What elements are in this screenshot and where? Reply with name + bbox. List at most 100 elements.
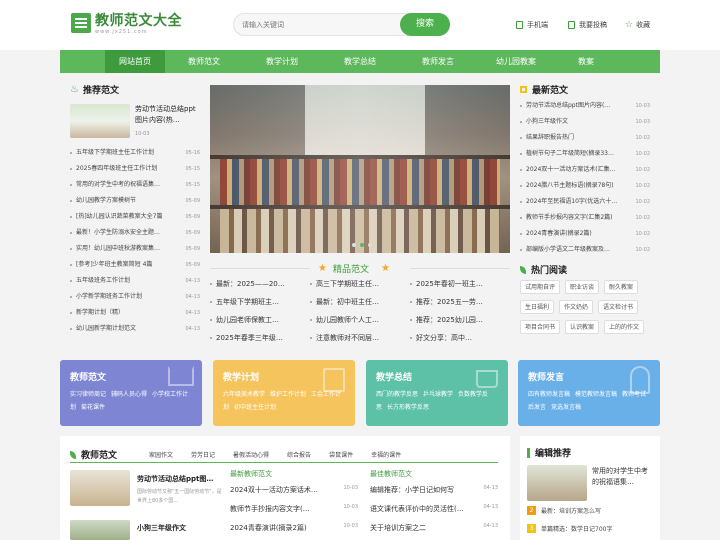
list-item[interactable]: 部编版小学语文二年级教案及… 10-02 <box>520 242 650 258</box>
list-item[interactable]: 关于培训方案之二 04-13 <box>370 523 498 540</box>
boutique-item[interactable]: 幼儿园老师保教工… <box>210 312 310 329</box>
logo-title: 教师范文大全 <box>95 13 182 29</box>
site-logo[interactable]: 教师范文大全 www.jx251.com <box>71 13 182 35</box>
tab[interactable]: 幸福的课件 <box>371 450 401 459</box>
boutique-item[interactable]: 幼儿园教师个人工… <box>310 312 410 329</box>
list-item[interactable]: 幼儿园新学期计划范文 04-13 <box>70 321 200 337</box>
tag[interactable]: 职业访谈 <box>565 280 600 294</box>
list-item[interactable]: 2024双十一活动方案话术(汇集… 10-02 <box>520 162 650 178</box>
list-item[interactable]: 劳动节活动总结ppt图片内容(… 10-03 <box>520 98 650 114</box>
leaf-icon <box>520 265 526 274</box>
list-item[interactable]: [热]幼儿园认识蔬菜教案大全7篇 05-09 <box>70 209 200 225</box>
card-teaching-plans[interactable]: 教学计划 六年级美术教学 维护工作计划 工会工作计划 初中班主任计划 <box>213 360 355 426</box>
mobile-link[interactable]: 手机端 <box>516 20 548 30</box>
boutique-item[interactable]: 推荐：2025五一劳… <box>410 294 510 311</box>
list-item[interactable]: 2025春四年级班主任工作计划 05-15 <box>70 161 200 177</box>
boutique-item[interactable]: 2025年春初一班主… <box>410 276 510 293</box>
card-title: 教学总结 <box>376 373 413 383</box>
boutique-item[interactable]: 五年级下学期班主… <box>210 294 310 311</box>
article-image[interactable] <box>70 470 130 506</box>
latest-title: 最新范文 <box>520 83 568 96</box>
list-item[interactable]: 实用！幼儿园中班秋游教案集… 05-09 <box>70 241 200 257</box>
tab[interactable]: 家园作文 <box>149 450 173 459</box>
list-item[interactable]: 教师节手抄报内容文字(… 10-03 <box>230 504 358 523</box>
star-icon: ★ <box>380 263 390 274</box>
tag[interactable]: 项目合同书 <box>520 320 561 334</box>
nav-teaching-summary[interactable]: 教学总结 <box>321 50 399 73</box>
card-teaching-summary[interactable]: 教学总结 西门的教学反思 乒乓球教学 负数教学反思 长方形教学反思 <box>366 360 508 426</box>
list-item[interactable]: 2024双十一活动方案话术… 10-03 <box>230 485 358 504</box>
article-image[interactable] <box>70 520 130 540</box>
tag[interactable]: 上的的作文 <box>604 320 645 334</box>
nav-teacher-speech[interactable]: 教师发言 <box>399 50 477 73</box>
favorite-link[interactable]: ☆ 收藏 <box>625 20 650 30</box>
list-item[interactable]: 结果辞职报告热门 10-02 <box>520 130 650 146</box>
list-item[interactable]: 五年级下学期班主任工作计划 05-16 <box>70 145 200 161</box>
editor-image[interactable] <box>527 465 587 501</box>
nav-home[interactable]: 网站首页 <box>105 50 165 73</box>
nav-lesson-plans[interactable]: 教案 <box>555 50 617 73</box>
nav-kindergarten[interactable]: 幼儿园教案 <box>477 50 555 73</box>
boutique-item[interactable]: 注意教师对不同层… <box>310 330 410 347</box>
list-item[interactable]: 2024青春演讲(摘录2篇) 10-02 <box>520 226 650 242</box>
tab[interactable]: 综合报告 <box>287 450 311 459</box>
submit-link[interactable]: 我要投稿 <box>568 20 607 30</box>
banner-image[interactable] <box>210 85 510 253</box>
boutique-item[interactable]: 推荐：2025幼儿园… <box>410 312 510 329</box>
hot-title: 热门阅读 <box>520 263 567 276</box>
bottom-tabs: 家园作文 劳芳日记 暑假活动心得 综合报告 袋鼠课件 幸福的课件 <box>149 450 419 459</box>
tag[interactable]: 试用期自评 <box>520 280 561 294</box>
list-icon <box>520 86 527 93</box>
flame-icon: ♨ <box>70 84 79 95</box>
nav-teaching-plans[interactable]: 教学计划 <box>243 50 321 73</box>
featured-image[interactable] <box>70 104 130 138</box>
boutique-item[interactable]: 最新：初中班主任… <box>310 294 410 311</box>
boutique-item[interactable]: 2025年春季三年级… <box>210 330 310 347</box>
col1-title: 最新教师范文 <box>230 470 272 478</box>
carousel-dots[interactable] <box>350 243 374 247</box>
list-item[interactable]: 2024年至民福语10字(优选六十… 10-02 <box>520 194 650 210</box>
article-title[interactable]: 小狗三年级作文 <box>137 523 186 533</box>
list-item[interactable]: 2 最新：培训方案怎么写 <box>527 506 601 515</box>
tag[interactable]: 生日福利 <box>520 300 555 314</box>
tag[interactable]: 认识教案 <box>565 320 600 334</box>
card-teacher-essays[interactable]: 教师范文 实习律师周记 辅码人员心得 小学校工作计划 菊花课件 <box>60 360 202 426</box>
tag[interactable]: 耐久教案 <box>604 280 639 294</box>
list-item[interactable]: 幼儿园教学方案模树节 05-09 <box>70 193 200 209</box>
search-box: 搜索 <box>233 13 450 36</box>
tab[interactable]: 袋鼠课件 <box>329 450 353 459</box>
list-item[interactable]: 常用的对学生中考的祝福语集… 05-15 <box>70 177 200 193</box>
tag[interactable]: 语文检讨书 <box>598 300 639 314</box>
list-item[interactable]: 植树节句子二年级简短(摘录33… 10-02 <box>520 146 650 162</box>
boutique-item[interactable]: 好文分享：高中… <box>410 330 510 347</box>
list-item[interactable]: [参考]少年班主教案简短 4篇 05-09 <box>70 257 200 273</box>
boutique-item[interactable]: 最新：2025——20… <box>210 276 310 293</box>
list-item[interactable]: 编辑推荐：小学日记如何写 04-13 <box>370 485 498 504</box>
boutique-item[interactable]: 高三下学期班主任… <box>310 276 410 293</box>
list-item[interactable]: 语文课代表评价中的灵活性(… 04-13 <box>370 504 498 523</box>
list-item[interactable]: 小狗三年级作文 10-03 <box>520 114 650 130</box>
search-input[interactable] <box>242 18 392 32</box>
editor-featured-title[interactable]: 常用的对学生中考的祝福语集… <box>592 466 654 488</box>
list-item[interactable]: 2024腊八节主题标语(摘录78句) 10-02 <box>520 178 650 194</box>
list-item[interactable]: 五年级班务工作计划 04-13 <box>70 273 200 289</box>
recommend-list: 五年级下学期班主任工作计划 05-16 2025春四年级班主任工作计划 05-15 … <box>70 145 200 337</box>
featured-title[interactable]: 劳动节活动总结ppt图片内容(热… <box>135 104 200 126</box>
list-item[interactable]: 2024青春演讲(摘录2篇) 10-03 <box>230 523 358 540</box>
article-title[interactable]: 劳动节活动总结ppt图… <box>137 474 223 484</box>
tab[interactable]: 暑假活动心得 <box>233 450 269 459</box>
card-teacher-speech[interactable]: 教师发言 四有教师发言稿 模范教师发言稿 教师考试后发言 竞选发言稿 <box>518 360 660 426</box>
list-item[interactable]: 小学新学期班务工作计划 04-13 <box>70 289 200 305</box>
list-item[interactable]: 教师节手抄报内容文字(汇集2篇) 10-02 <box>520 210 650 226</box>
notebook-icon <box>323 368 345 392</box>
latest-title-label: 最新范文 <box>532 86 569 96</box>
tab[interactable]: 劳芳日记 <box>191 450 215 459</box>
crown-icon <box>168 366 194 386</box>
list-item[interactable]: 3 单篇精选：数学日记700字 <box>527 524 612 533</box>
list-item[interactable]: 最新！小学生防溺水安全主题… 05-09 <box>70 225 200 241</box>
nav-teacher-essays[interactable]: 教师范文 <box>165 50 243 73</box>
card-title: 教师范文 <box>70 373 107 383</box>
tag[interactable]: 作文奶奶 <box>559 300 594 314</box>
search-button[interactable]: 搜索 <box>400 13 450 36</box>
list-item[interactable]: 新学期计划（精） 04-13 <box>70 305 200 321</box>
